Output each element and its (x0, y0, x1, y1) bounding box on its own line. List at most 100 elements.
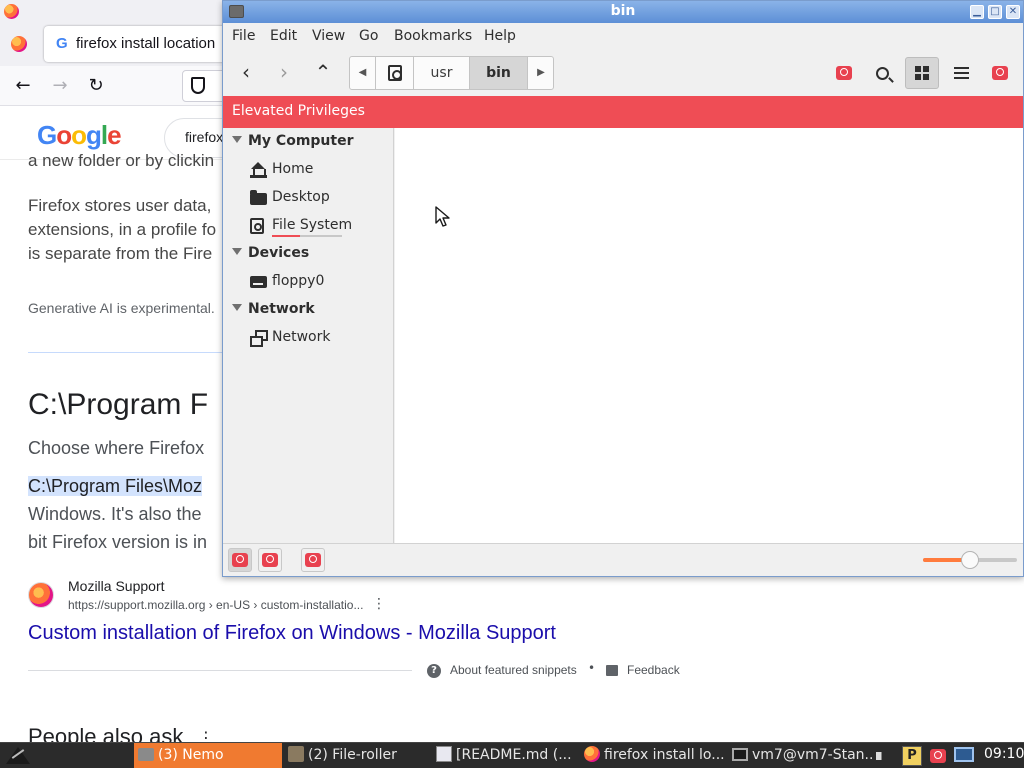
breadcrumb-usr[interactable]: usr (414, 57, 470, 89)
search-query-text: firefox (185, 129, 224, 145)
drive-icon (250, 218, 264, 234)
reload-icon[interactable]: ↻ (84, 74, 108, 98)
network-icon (250, 330, 268, 347)
about-featured-snippets-link[interactable]: About featured snippets (450, 663, 577, 677)
breadcrumb-bin[interactable]: bin (470, 57, 528, 89)
missing-image-icon (836, 66, 852, 80)
clock[interactable]: 09:10 (984, 746, 1024, 762)
sidebar-item-home[interactable]: Home (223, 157, 393, 183)
sidebar-section-network[interactable]: Network (223, 298, 393, 322)
zoom-slider-handle[interactable] (961, 551, 979, 569)
google-favicon-icon: G (56, 35, 68, 52)
breadcrumb-root[interactable] (376, 57, 414, 89)
missing-image-icon (930, 749, 946, 763)
feedback-icon[interactable] (606, 665, 618, 676)
firefox-icon (584, 746, 600, 762)
sidebar-item-file-system[interactable]: File System (223, 213, 393, 239)
people-also-ask-heading: People also ask (28, 724, 184, 742)
mozilla-favicon-icon[interactable] (28, 582, 54, 608)
list-view-icon (953, 66, 969, 80)
menu-edit[interactable]: Edit (270, 28, 297, 44)
divider (28, 352, 228, 353)
sidebar-item-floppy0[interactable]: floppy0 (223, 269, 393, 295)
breadcrumb: ◀ usr bin ▶ (349, 56, 554, 90)
sidebar-item-desktop[interactable]: Desktop (223, 185, 393, 211)
shield-icon[interactable] (191, 77, 205, 94)
maximize-button[interactable]: □ (988, 5, 1002, 19)
sidebar-item-network[interactable]: Network (223, 325, 393, 351)
section-label: Devices (248, 245, 310, 261)
menubar: File Edit View Go Bookmarks Help (223, 23, 1023, 49)
missing-image-icon[interactable] (827, 57, 861, 89)
menu-bookmarks[interactable]: Bookmarks (394, 28, 472, 44)
taskbar-item-text-editor[interactable]: [README.md (... (432, 743, 578, 768)
taskbar-item-file-roller[interactable]: (2) File-roller (284, 743, 430, 768)
start-menu-icon[interactable] (0, 743, 36, 768)
sidebar-section-devices[interactable]: Devices (223, 242, 393, 266)
expander-icon[interactable] (232, 248, 242, 255)
icon-view-button[interactable] (905, 57, 939, 89)
result-link[interactable]: Custom installation of Firefox on Window… (28, 622, 556, 645)
sidebar-item-label: floppy0 (272, 273, 325, 289)
hide-sidebar-button[interactable] (301, 548, 325, 572)
taskbar-item-label: (3) Nemo (158, 747, 224, 763)
zoom-slider[interactable] (923, 551, 1017, 569)
snippet-text: extensions, in a profile fo (28, 220, 217, 239)
drive-icon (388, 65, 402, 81)
forward-arrow-icon[interactable]: → (48, 74, 72, 98)
show-places-button[interactable] (228, 548, 252, 572)
compact-view-button[interactable] (983, 57, 1017, 89)
file-view[interactable] (395, 128, 1023, 543)
sidebar-item-label: File System (272, 217, 353, 233)
more-options-icon[interactable]: ⋮ (198, 728, 214, 742)
google-logo[interactable]: Google (37, 120, 122, 151)
missing-image-icon (232, 553, 248, 567)
up-icon[interactable]: ⌃ (310, 59, 336, 85)
more-options-icon[interactable]: ⋮ (372, 596, 386, 612)
places-sidebar: My Computer Home Desktop File System Dev… (223, 128, 394, 543)
back-arrow-icon[interactable]: ← (11, 74, 35, 98)
menu-file[interactable]: File (232, 28, 255, 44)
back-icon[interactable]: ‹ (233, 59, 259, 85)
tab-title: firefox install location (76, 35, 216, 52)
gen-ai-note: Generative AI is experimental. (28, 300, 215, 316)
featured-answer-heading: C:\Program F (28, 388, 209, 421)
expander-icon[interactable] (232, 136, 242, 143)
menu-help[interactable]: Help (484, 28, 516, 44)
help-circle-icon[interactable]: ? (427, 664, 441, 678)
floppy-drive-icon (250, 276, 267, 288)
terminal-icon (732, 747, 748, 761)
snippet-text: Windows. It's also the (28, 504, 202, 524)
taskbar-item-nemo[interactable]: (3) Nemo (134, 743, 282, 768)
sidebar-section-my-computer[interactable]: My Computer (223, 130, 393, 154)
source-url[interactable]: https://support.mozilla.org › en-US › cu… (68, 598, 363, 612)
text-editor-icon (436, 746, 452, 762)
list-view-button[interactable] (944, 57, 978, 89)
missing-image-icon[interactable] (928, 746, 948, 766)
firefox-view-icon[interactable] (11, 36, 27, 52)
browser-tab[interactable]: G firefox install location (44, 26, 244, 62)
breadcrumb-right-arrow-icon[interactable]: ▶ (528, 57, 554, 89)
show-treeview-button[interactable] (258, 548, 282, 572)
source-name[interactable]: Mozilla Support (68, 578, 165, 594)
forward-icon[interactable]: › (271, 59, 297, 85)
sidebar-item-label: Desktop (272, 189, 330, 205)
search-icon[interactable] (865, 57, 899, 89)
divider (28, 670, 412, 671)
network-status-icon[interactable] (954, 747, 974, 762)
banner-text: Elevated Privileges (232, 103, 365, 119)
folder-icon (138, 747, 154, 761)
menu-view[interactable]: View (312, 28, 345, 44)
menu-go[interactable]: Go (359, 28, 378, 44)
volume-icon[interactable] (876, 746, 888, 766)
taskbar-item-terminal[interactable]: vm7@vm7-Stan... (728, 743, 872, 768)
nemo-titlebar[interactable]: bin ▁ □ ✕ (223, 1, 1023, 23)
parcellite-icon[interactable]: P (902, 746, 922, 766)
minimize-button[interactable]: ▁ (970, 5, 984, 19)
close-button[interactable]: ✕ (1006, 5, 1020, 19)
breadcrumb-left-arrow-icon[interactable]: ◀ (350, 57, 376, 89)
feedback-link[interactable]: Feedback (627, 663, 680, 677)
expander-icon[interactable] (232, 304, 242, 311)
taskbar-item-firefox[interactable]: firefox install lo... (580, 743, 726, 768)
taskbar-item-label: vm7@vm7-Stan... (752, 747, 872, 763)
